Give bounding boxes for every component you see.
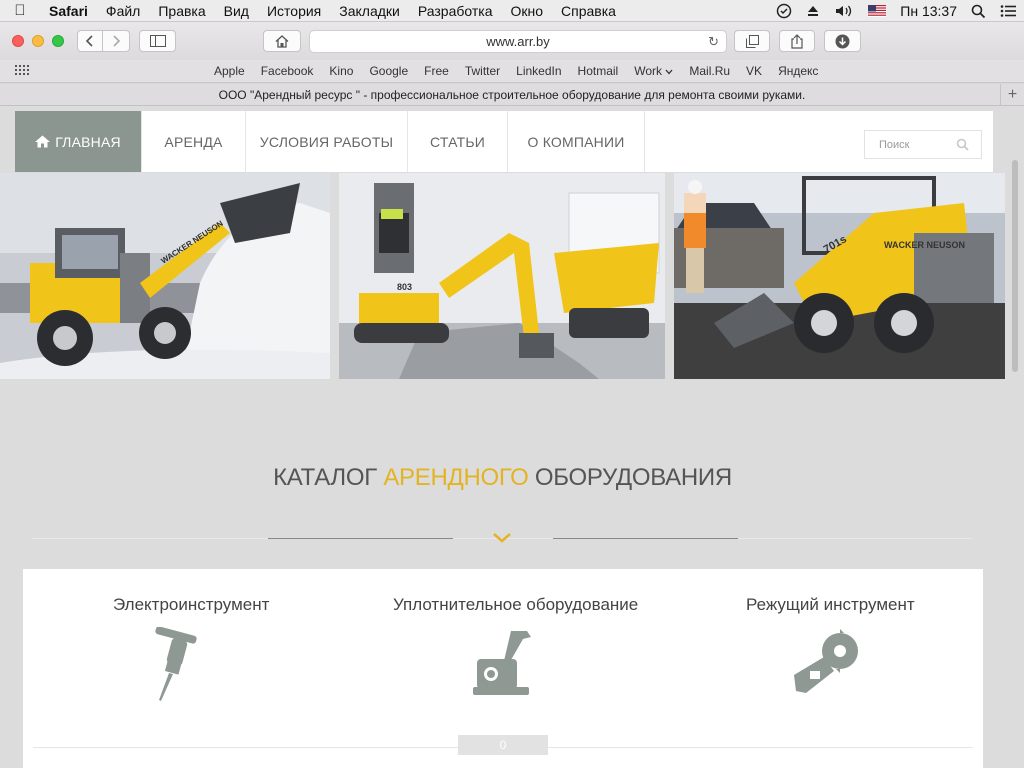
close-window-button[interactable] [12, 35, 24, 47]
search-icon[interactable] [956, 138, 969, 151]
bookmark-kino[interactable]: Kino [321, 64, 361, 78]
category-compaction-equipment-label: Уплотнительное оборудование [393, 595, 639, 614]
nav-item-terms[interactable]: УСЛОВИЯ РАБОТЫ [246, 111, 408, 172]
menu-window[interactable]: Окно [501, 3, 552, 19]
new-tab-button[interactable]: + [1000, 84, 1024, 106]
safari-toolbar: www.arr.by ↻ [0, 22, 1024, 60]
address-bar-url: www.arr.by [486, 34, 550, 49]
nav-item-home[interactable]: ГЛАВНАЯ [15, 111, 142, 172]
banner-brand-text-2: WACKER NEUSON [884, 240, 965, 250]
download-icon [835, 34, 850, 48]
us-flag-icon[interactable] [868, 5, 887, 17]
jackhammer-icon [155, 627, 197, 701]
bookmark-folder-work-label: Work [634, 64, 663, 78]
plate-compactor-icon [473, 631, 531, 695]
downloads-button[interactable] [824, 30, 861, 52]
carousel-pager[interactable]: 0 [458, 735, 548, 755]
nav-item-articles[interactable]: СТАТЬИ [408, 111, 508, 172]
site-search-placeholder-text: Поиск [879, 138, 910, 151]
chevron-left-icon [85, 35, 93, 47]
bookmark-facebook[interactable]: Facebook [253, 64, 322, 78]
zoom-window-button[interactable] [52, 35, 64, 47]
forward-button[interactable] [103, 30, 130, 52]
bookmark-google[interactable]: Google [361, 64, 416, 78]
section-divider-left [268, 538, 453, 539]
banner-photo-wheel-loader: WACKER NEUSON [0, 173, 330, 379]
menu-bookmarks[interactable]: Закладки [330, 3, 409, 19]
minimize-window-button[interactable] [32, 35, 44, 47]
category-power-tools[interactable]: Электроинструмент [113, 595, 270, 701]
bookmark-folder-work[interactable]: Work [626, 64, 681, 78]
catalog-heading-accent: АРЕНДНОГО [383, 464, 529, 491]
checkbox-status-icon[interactable] [776, 3, 792, 19]
address-bar[interactable]: www.arr.by ↻ [309, 30, 727, 53]
apple-menu-icon[interactable]:  [0, 2, 40, 19]
menu-edit[interactable]: Правка [149, 3, 214, 19]
catalog-categories: Электроинструмент Уплотнительное оборудо… [23, 569, 983, 768]
menu-file[interactable]: Файл [97, 3, 149, 19]
back-button[interactable] [77, 30, 103, 52]
bookmark-twitter[interactable]: Twitter [457, 64, 508, 78]
page-scrollbar[interactable] [1012, 160, 1018, 372]
spotlight-search-icon[interactable] [971, 4, 986, 19]
web-page: ГЛАВНАЯ АРЕНДА УСЛОВИЯ РАБОТЫ СТАТЬИ О К… [0, 106, 1024, 768]
category-cutting-tools[interactable]: Режущий инструмент [746, 595, 915, 693]
menu-view[interactable]: Вид [215, 3, 258, 19]
tabs-overview-button[interactable] [734, 30, 770, 52]
window-controls [12, 35, 64, 47]
menu-app-name[interactable]: Safari [40, 3, 97, 19]
banner-model-text: 803 [397, 282, 412, 292]
volume-icon[interactable] [834, 4, 854, 18]
nav-item-rent[interactable]: АРЕНДА [142, 111, 246, 172]
share-icon [791, 33, 803, 49]
reload-icon[interactable]: ↻ [708, 34, 719, 50]
notification-center-icon[interactable] [1000, 4, 1016, 18]
chevron-down-icon [665, 69, 673, 75]
catalog-heading-prefix: КАТАЛОГ [273, 464, 384, 491]
menu-help[interactable]: Справка [552, 3, 625, 19]
catalog-heading-suffix: ОБОРУДОВАНИЯ [528, 464, 732, 491]
bookmark-vk[interactable]: VK [738, 64, 770, 78]
share-button[interactable] [779, 30, 815, 52]
nav-item-about[interactable]: О КОМПАНИИ [508, 111, 645, 172]
tabs-icon [745, 34, 759, 48]
sidebar-toggle-button[interactable] [139, 30, 176, 52]
chevron-right-icon [113, 35, 121, 47]
category-cutting-tools-label: Режущий инструмент [746, 595, 915, 614]
menubar-status-area: Пн 13:37 [776, 0, 1016, 22]
banner-photo-skid-steer: WACKER NEUSON 701s [674, 173, 1005, 379]
home-button[interactable] [263, 30, 301, 52]
bookmark-free[interactable]: Free [416, 64, 457, 78]
bookmarks-list: Apple Facebook Kino Google Free Twitter … [206, 64, 826, 78]
sidebar-icon [149, 35, 166, 47]
hero-banner: WACKER NEUSON 803 WACKER NEUSON 701s [0, 173, 1005, 379]
site-nav: ГЛАВНАЯ АРЕНДА УСЛОВИЯ РАБОТЫ СТАТЬИ О К… [15, 111, 993, 172]
bookmark-yandex[interactable]: Яндекс [770, 64, 826, 78]
bookmark-linkedin[interactable]: LinkedIn [508, 64, 569, 78]
bookmarks-bar: Apple Facebook Kino Google Free Twitter … [0, 60, 1024, 83]
nav-item-home-label: ГЛАВНАЯ [55, 133, 121, 150]
banner-photo-mini-excavator: 803 [339, 173, 665, 379]
category-power-tools-label: Электроинструмент [113, 595, 270, 614]
tab-bar: ООО "Арендный ресурс " - профессионально… [0, 84, 1024, 106]
site-search-input[interactable]: Поиск [864, 130, 982, 159]
macos-menubar:  Safari Файл Правка Вид История Закладк… [0, 0, 1024, 22]
top-sites-grid-icon[interactable] [15, 64, 31, 78]
active-tab-title[interactable]: ООО "Арендный ресурс " - профессионально… [219, 88, 806, 102]
section-divider-right [553, 538, 738, 539]
menu-develop[interactable]: Разработка [409, 3, 502, 19]
home-icon [275, 34, 289, 48]
category-compaction-equipment[interactable]: Уплотнительное оборудование [393, 595, 639, 695]
chevron-down-icon[interactable] [492, 532, 512, 544]
bookmark-hotmail[interactable]: Hotmail [570, 64, 627, 78]
circular-saw-icon [794, 629, 858, 693]
bookmark-apple[interactable]: Apple [206, 64, 253, 78]
eject-icon[interactable] [806, 4, 820, 18]
catalog-heading: КАТАЛОГ АРЕНДНОГО ОБОРУДОВАНИЯ [0, 464, 1005, 492]
menubar-clock[interactable]: Пн 13:37 [900, 3, 957, 19]
menu-history[interactable]: История [258, 3, 330, 19]
bookmark-mailru[interactable]: Mail.Ru [681, 64, 738, 78]
home-icon [35, 135, 51, 148]
